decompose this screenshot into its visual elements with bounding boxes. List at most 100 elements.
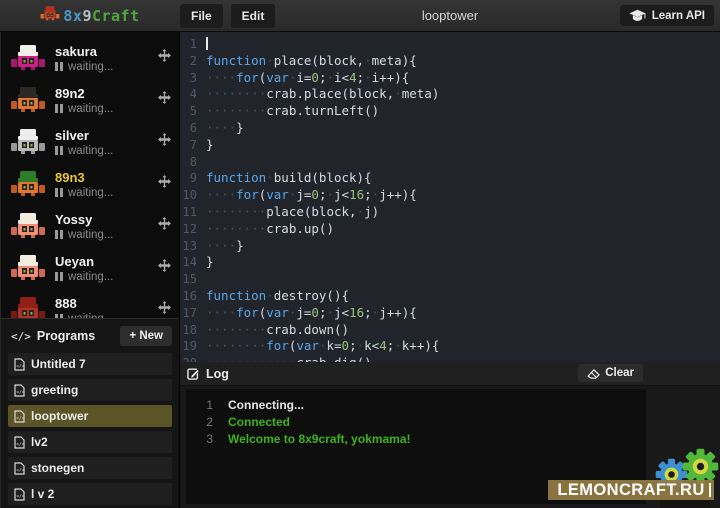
code-line: 18········crab.down() — [180, 322, 720, 339]
player-row[interactable]: silverwaiting... — [1, 121, 179, 163]
code-icon: </> — [11, 330, 31, 343]
program-item[interactable]: </> greeting — [8, 379, 172, 401]
player-row[interactable]: 89n3waiting... — [1, 163, 179, 205]
learn-api-button[interactable]: Learn API — [620, 5, 714, 26]
player-status: waiting... — [68, 229, 113, 241]
player-meta: 89n2waiting... — [55, 86, 158, 115]
player-status: waiting... — [68, 103, 113, 115]
log-header: Log Clear — [180, 362, 720, 386]
svg-text:</>: </> — [16, 363, 25, 369]
log-line-number: 1 — [186, 397, 228, 414]
program-item[interactable]: </> lv2 — [8, 431, 172, 453]
player-row[interactable]: 89n2waiting... — [1, 79, 179, 121]
program-item[interactable]: </>Untitled 7 — [8, 353, 172, 375]
program-item[interactable]: </> l v 2 — [8, 483, 172, 505]
move-icon[interactable] — [158, 91, 171, 104]
program-list: </>Untitled 7</>greeting</>looptower</>l… — [8, 353, 172, 505]
svg-text:</>: </> — [16, 467, 25, 473]
crab-avatar-icon — [9, 253, 47, 283]
log-entry: 2Connected — [186, 414, 646, 431]
player-meta: sakurawaiting... — [55, 44, 158, 73]
line-number: 16 — [180, 288, 206, 305]
program-name: stonegen — [31, 461, 84, 475]
code-line: 17····for(var·j=0;·j<16;·j++){ — [180, 305, 720, 322]
move-icon[interactable] — [158, 259, 171, 272]
player-avatar — [7, 295, 49, 318]
pause-icon — [55, 230, 63, 239]
new-program-button[interactable]: + New — [120, 326, 172, 346]
move-icon[interactable] — [158, 217, 171, 230]
player-name: 89n3 — [55, 170, 158, 185]
player-meta: 888waiting... — [55, 296, 158, 319]
program-name: l v 2 — [31, 487, 54, 501]
clear-log-button[interactable]: Clear — [578, 364, 643, 382]
log-line-number: 2 — [186, 414, 228, 431]
program-item[interactable]: </> stonegen — [8, 457, 172, 479]
line-number: 10 — [180, 187, 206, 204]
crab-logo-icon — [40, 5, 60, 27]
code-line: 16function·destroy(){ — [180, 288, 720, 305]
player-name: Yossy — [55, 212, 158, 227]
player-name: 888 — [55, 296, 158, 311]
player-name: Ueyan — [55, 254, 158, 269]
program-item[interactable]: </>looptower — [8, 405, 172, 427]
player-list: sakurawaiting... 89n2waiting... silverwait… — [1, 32, 179, 318]
move-icon[interactable] — [158, 175, 171, 188]
line-number: 13 — [180, 238, 206, 255]
player-row[interactable]: sakurawaiting... — [1, 37, 179, 79]
line-number: 14 — [180, 254, 206, 271]
crab-avatar-icon — [9, 295, 47, 318]
player-meta: Yossy waiting... — [55, 212, 158, 241]
learn-api-label: Learn API — [652, 10, 705, 22]
player-status: waiting... — [68, 61, 113, 73]
player-row[interactable]: Ueyan waiting... — [1, 247, 179, 289]
code-line: 12········crab.up() — [180, 221, 720, 238]
programs-header: </> Programs + New — [8, 325, 172, 347]
script-file-icon: </> — [14, 462, 25, 475]
file-menu-button[interactable]: File — [180, 4, 223, 28]
player-row[interactable]: Yossy waiting... — [1, 205, 179, 247]
player-row[interactable]: 888waiting... — [1, 289, 179, 318]
move-icon[interactable] — [158, 133, 171, 146]
code-line: 4········crab.place(block,·meta) — [180, 86, 720, 103]
sidebar: sakurawaiting... 89n2waiting... silverwait… — [0, 32, 180, 508]
crab-avatar-icon — [9, 85, 47, 115]
log-message: Welcome to 8x9craft, yokmama! — [228, 431, 411, 448]
svg-text:</>: </> — [16, 493, 25, 499]
code-line: 13····} — [180, 238, 720, 255]
svg-text:</>: </> — [16, 441, 25, 447]
code-line: 11········place(block,·j) — [180, 204, 720, 221]
move-icon[interactable] — [158, 49, 171, 62]
pause-icon — [55, 104, 63, 113]
code-editor[interactable]: 12function·place(block,·meta){3····for(v… — [180, 32, 720, 362]
crab-avatar-icon — [9, 211, 47, 241]
program-name: greeting — [31, 383, 78, 397]
pause-icon — [55, 272, 63, 281]
move-icon[interactable] — [158, 301, 171, 314]
code-line: 7} — [180, 137, 720, 154]
app-window: 8x9Craft File Edit looptower Learn API s… — [0, 0, 720, 508]
code-line: 3····for(var·i=0;·i<4;·i++){ — [180, 70, 720, 87]
clear-log-label: Clear — [605, 367, 634, 379]
line-number: 12 — [180, 221, 206, 238]
code-line: 6····} — [180, 120, 720, 137]
program-name: lv2 — [31, 435, 48, 449]
logo-text-craft: Craft — [92, 7, 140, 25]
script-file-icon: </> — [14, 436, 25, 449]
code-line: 8 — [180, 154, 720, 171]
watermark-strip — [660, 500, 710, 508]
code-line: 19········for(var·k=0;·k<4;·k++){ — [180, 338, 720, 355]
line-number: 4 — [180, 86, 206, 103]
eraser-icon — [587, 368, 600, 379]
script-file-icon: </> — [14, 384, 25, 397]
watermark-text: LEMONCRAFT.RU — [557, 481, 704, 500]
top-bar: 8x9Craft File Edit looptower Learn API — [0, 0, 720, 32]
logo-text-8x: 8x — [63, 7, 82, 25]
line-number: 8 — [180, 154, 206, 171]
log-entry: 3Welcome to 8x9craft, yokmama! — [186, 431, 646, 448]
line-number: 1 — [180, 36, 206, 53]
edit-menu-button[interactable]: Edit — [231, 4, 276, 28]
line-number: 17 — [180, 305, 206, 322]
player-status: waiting... — [68, 271, 113, 283]
code-line: 10····for(var·j=0;·j<16;·j++){ — [180, 187, 720, 204]
